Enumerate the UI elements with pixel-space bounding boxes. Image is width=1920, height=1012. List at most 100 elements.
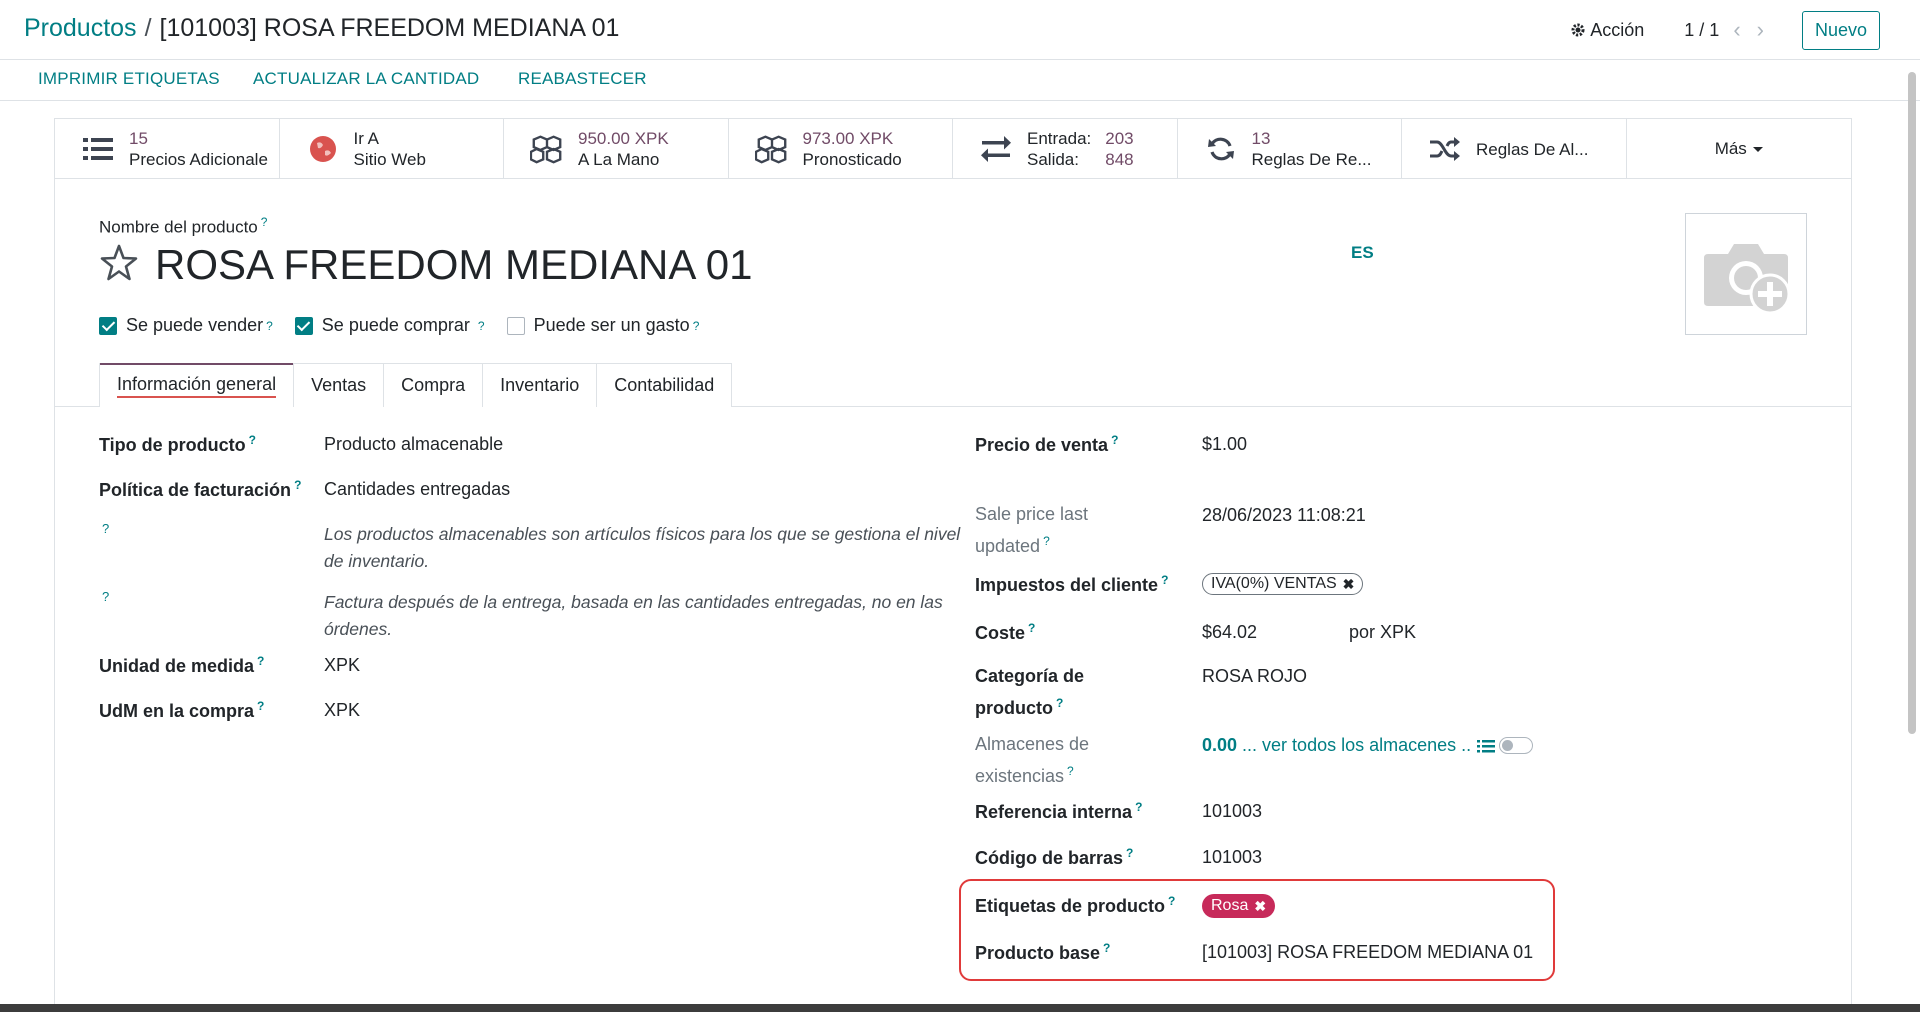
product-category-field[interactable]: ROSA ROJO xyxy=(1202,666,1307,687)
smart-button-website[interactable]: Ir A Sitio Web xyxy=(280,119,504,179)
warehouses-qty[interactable]: 0.00 xyxy=(1202,735,1237,756)
purchase-uom-field[interactable]: XPK xyxy=(324,700,360,721)
help-icon[interactable]: ? xyxy=(1067,764,1074,778)
view-all-warehouses-link[interactable]: ... ver todos los almacenes .. xyxy=(1242,735,1471,756)
checkbox-checked[interactable] xyxy=(294,316,313,335)
product-checkboxes: Se puede vender? Se puede comprar? Puede… xyxy=(99,315,721,336)
smart-button-forecast[interactable]: 973.00 XPK Pronosticado xyxy=(729,119,953,179)
help-icon[interactable]: ? xyxy=(693,319,700,333)
internal-reference-field[interactable]: 101003 xyxy=(1202,801,1262,822)
exchange-icon xyxy=(979,134,1013,164)
help-icon[interactable]: ? xyxy=(261,215,268,229)
smart-button-more[interactable]: Más xyxy=(1627,119,1852,179)
new-button[interactable]: Nuevo xyxy=(1801,10,1880,50)
checkbox-unchecked[interactable] xyxy=(506,316,525,335)
list-icon[interactable] xyxy=(1477,739,1496,753)
smart-button-on-hand[interactable]: 950.00 XPK A La Mano xyxy=(504,119,729,179)
tab-purchase[interactable]: Compra xyxy=(383,363,484,407)
favorite-star-icon[interactable] xyxy=(99,243,139,283)
smart-button-pricelist[interactable]: 15 Precios Adicionale xyxy=(55,119,280,179)
sale-price-field[interactable]: $1.00 xyxy=(1202,434,1247,455)
product-name-field[interactable]: ROSA FREEDOM MEDIANA 01 xyxy=(155,241,752,289)
help-icon[interactable]: ? xyxy=(1043,534,1050,548)
help-icon[interactable]: ? xyxy=(266,319,273,333)
close-icon[interactable]: ✖ xyxy=(1343,576,1355,593)
can-be-expensed-checkbox[interactable]: Puede ser un gasto? xyxy=(506,315,700,336)
invoice-policy-label: Política de facturación xyxy=(99,480,292,500)
tax-tag[interactable]: IVA(0%) VENTAS ✖ xyxy=(1202,573,1364,595)
toggle-knob xyxy=(1502,740,1514,751)
pager-previous-icon[interactable]: ‹ xyxy=(1733,19,1740,41)
notebook-tabs: Información general Ventas Compra Invent… xyxy=(99,363,733,407)
help-icon[interactable]: ? xyxy=(1126,846,1133,860)
smart-button-in-out[interactable]: Entrada: 203 Salida: 848 xyxy=(953,119,1178,179)
camera-plus-icon xyxy=(1704,244,1791,315)
tab-general-information[interactable]: Información general xyxy=(99,363,295,407)
help-icon[interactable]: ? xyxy=(1111,433,1118,447)
website-go-to: Ir A xyxy=(353,129,380,148)
can-be-expensed-label: Puede ser un gasto xyxy=(533,315,690,335)
update-quantity-button[interactable]: ACTUALIZAR LA CANTIDAD xyxy=(253,69,479,89)
help-icon[interactable]: ? xyxy=(1168,894,1175,908)
pager-value[interactable]: 1 / 1 xyxy=(1684,20,1719,41)
can-be-sold-checkbox[interactable]: Se puede vender? xyxy=(99,315,273,336)
help-icon[interactable]: ? xyxy=(478,319,485,333)
toggle-switch[interactable] xyxy=(1499,737,1534,754)
cost-unit-label: por XPK xyxy=(1349,622,1417,642)
checkbox-checked[interactable] xyxy=(99,316,117,335)
caret-down-icon xyxy=(1752,146,1763,152)
help-icon[interactable]: ? xyxy=(1028,621,1035,635)
help-icon[interactable]: ? xyxy=(102,589,109,604)
on-hand-label: A La Mano xyxy=(578,150,660,169)
control-panel: Productos / [101003] ROSA FREEDOM MEDIANA … xyxy=(0,0,1920,60)
pager-next-icon[interactable]: › xyxy=(1757,19,1764,41)
tab-inventory[interactable]: Inventario xyxy=(482,363,598,407)
gear-icon xyxy=(1571,23,1585,37)
help-icon[interactable]: ? xyxy=(1103,941,1110,955)
base-product-field[interactable]: [101003] ROSA FREEDOM MEDIANA 01 xyxy=(1202,942,1533,963)
warehouses-widget: 0.00 ... ver todos los almacenes .. xyxy=(1202,735,1534,756)
refresh-icon xyxy=(1204,134,1238,164)
smart-button-reorder-rules[interactable]: 13 Reglas De Re... xyxy=(1178,119,1402,179)
cost-field[interactable]: $64.02 xyxy=(1202,622,1257,643)
out-value: 848 xyxy=(1105,150,1134,169)
product-tag[interactable]: Rosa ✖ xyxy=(1202,894,1276,918)
help-icon[interactable]: ? xyxy=(294,478,301,492)
product-tags-label: Etiquetas de producto xyxy=(975,896,1166,916)
smart-button-routes[interactable]: Reglas De Al... xyxy=(1402,119,1627,179)
base-product-label: Producto base xyxy=(975,943,1101,963)
tab-accounting[interactable]: Contabilidad xyxy=(596,363,733,407)
internal-reference-label: Referencia interna xyxy=(975,802,1133,822)
routes-label: Reglas De Al... xyxy=(1476,139,1589,159)
can-be-purchased-checkbox[interactable]: Se puede comprar? xyxy=(294,315,485,336)
help-icon[interactable]: ? xyxy=(102,521,109,536)
help-icon[interactable]: ? xyxy=(1135,800,1142,814)
product-type-select[interactable]: Producto almacenable xyxy=(324,434,503,455)
print-labels-button[interactable]: IMPRIMIR ETIQUETAS xyxy=(38,69,220,89)
globe-icon xyxy=(306,134,340,164)
help-icon[interactable]: ? xyxy=(249,433,256,447)
reorder-label: Reglas De Re... xyxy=(1251,150,1372,169)
tab-sales[interactable]: Ventas xyxy=(293,363,385,407)
action-button[interactable]: Acción xyxy=(1570,20,1644,41)
language-toggle[interactable]: ES xyxy=(1351,243,1374,263)
product-image-field[interactable] xyxy=(1685,213,1807,335)
barcode-field[interactable]: 101003 xyxy=(1202,847,1262,868)
help-icon[interactable]: ? xyxy=(1161,573,1168,587)
invoice-policy-select[interactable]: Cantidades entregadas xyxy=(324,479,510,500)
help-icon[interactable]: ? xyxy=(257,654,264,668)
scrollbar[interactable] xyxy=(1908,72,1916,734)
forecast-label: Pronosticado xyxy=(802,150,902,169)
help-icon[interactable]: ? xyxy=(257,699,264,713)
replenish-button[interactable]: REABASTECER xyxy=(518,69,647,89)
on-hand-value: 950.00 XPK xyxy=(578,129,669,148)
product-type-help-text: Los productos almacenables son artículos… xyxy=(324,524,961,571)
help-icon[interactable]: ? xyxy=(1056,696,1063,710)
can-be-sold-label: Se puede vender xyxy=(126,315,264,335)
customer-taxes-label: Impuestos del cliente xyxy=(975,575,1159,595)
breadcrumb-products-link[interactable]: Productos xyxy=(24,14,137,42)
uom-label: Unidad de medida xyxy=(99,656,255,676)
close-icon[interactable]: ✖ xyxy=(1254,898,1266,915)
uom-field[interactable]: XPK xyxy=(324,655,360,676)
more-label: Más xyxy=(1714,139,1747,158)
